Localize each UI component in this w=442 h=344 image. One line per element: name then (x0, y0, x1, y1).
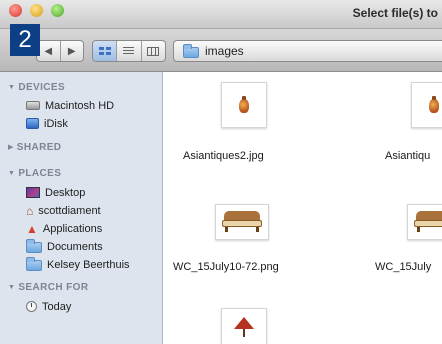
folder-icon (183, 44, 199, 58)
title-bar: Select file(s) to (0, 0, 442, 29)
icon-view-button[interactable] (93, 41, 118, 61)
sidebar-item-kelsey-beerthuis[interactable]: Kelsey Beerthuis (26, 256, 130, 273)
path-popup-button[interactable]: images (173, 40, 442, 62)
folder-icon (26, 257, 42, 271)
current-folder-label: images (205, 44, 244, 58)
file-thumbnail[interactable] (221, 82, 267, 128)
toolbar: ◀ ▶ images (0, 29, 442, 72)
disclosure-open-icon: ▼ (8, 284, 16, 291)
sidebar-section-search-for[interactable]: ▼ SEARCH FOR (8, 282, 88, 293)
vase-image-icon (239, 96, 249, 113)
idisk-icon (26, 118, 39, 129)
back-forward-buttons: ◀ ▶ (36, 40, 84, 62)
sidebar: ▼ DEVICES Macintosh HD iDisk ▶ SHARED ▼ PLA… (0, 72, 163, 344)
sidebar-item-idisk[interactable]: iDisk (26, 115, 68, 132)
view-mode-buttons (92, 40, 166, 62)
file-name: Asiantiqu (385, 150, 431, 162)
sofa-image-icon (222, 211, 262, 233)
forward-button[interactable]: ▶ (61, 41, 84, 61)
disclosure-open-icon: ▼ (8, 84, 16, 91)
sidebar-section-shared[interactable]: ▶ SHARED (8, 142, 61, 153)
home-icon: ⌂ (26, 203, 34, 218)
file-name: WC_15July (375, 261, 432, 273)
minimize-window-icon[interactable] (30, 4, 43, 17)
zoom-window-icon[interactable] (51, 4, 64, 17)
file-browser-area: Asiantiques2.jpg Asiantiqu WC_15July10-7… (163, 72, 442, 344)
file-dialog-window: Select file(s) to ◀ ▶ images ▼ DEVICES M… (0, 0, 442, 344)
window-title: Select file(s) to (352, 6, 438, 20)
file-thumbnail[interactable] (215, 204, 269, 240)
sidebar-item-home[interactable]: ⌂ scottdiament (26, 202, 101, 219)
sidebar-item-macintosh-hd[interactable]: Macintosh HD (26, 97, 114, 114)
clock-icon (26, 301, 37, 312)
file-thumbnail[interactable] (407, 204, 442, 240)
forward-arrow-icon: ▶ (67, 45, 76, 57)
list-view-icon (123, 47, 135, 55)
sofa-image-icon (414, 211, 442, 233)
file-name: Asiantiques2.jpg (183, 150, 264, 162)
disclosure-closed-icon: ▶ (8, 144, 14, 151)
hard-drive-icon (26, 101, 40, 110)
back-button[interactable]: ◀ (37, 41, 61, 61)
sidebar-section-devices[interactable]: ▼ DEVICES (8, 82, 65, 93)
desktop-icon (26, 187, 40, 198)
file-thumbnail[interactable] (411, 82, 442, 128)
file-thumbnail[interactable] (221, 308, 267, 344)
column-view-icon (147, 46, 160, 56)
sidebar-item-desktop[interactable]: Desktop (26, 184, 85, 201)
vase-image-icon (429, 96, 439, 113)
disclosure-open-icon: ▼ (8, 170, 16, 177)
back-arrow-icon: ◀ (44, 45, 53, 57)
lamp-image-icon (234, 317, 254, 337)
applications-icon: ▲ (26, 221, 38, 236)
file-name: WC_15July10-72.png (173, 261, 279, 273)
sidebar-section-places[interactable]: ▼ PLACES (8, 168, 61, 179)
folder-icon (26, 239, 42, 253)
step-number-badge: 2 (10, 24, 40, 56)
column-view-button[interactable] (142, 41, 165, 61)
sidebar-item-today[interactable]: Today (26, 298, 71, 315)
list-view-button[interactable] (117, 41, 142, 61)
sidebar-item-documents[interactable]: Documents (26, 238, 103, 255)
sidebar-item-applications[interactable]: ▲ Applications (26, 220, 102, 237)
icon-view-icon (98, 47, 111, 55)
close-window-icon[interactable] (9, 4, 22, 17)
